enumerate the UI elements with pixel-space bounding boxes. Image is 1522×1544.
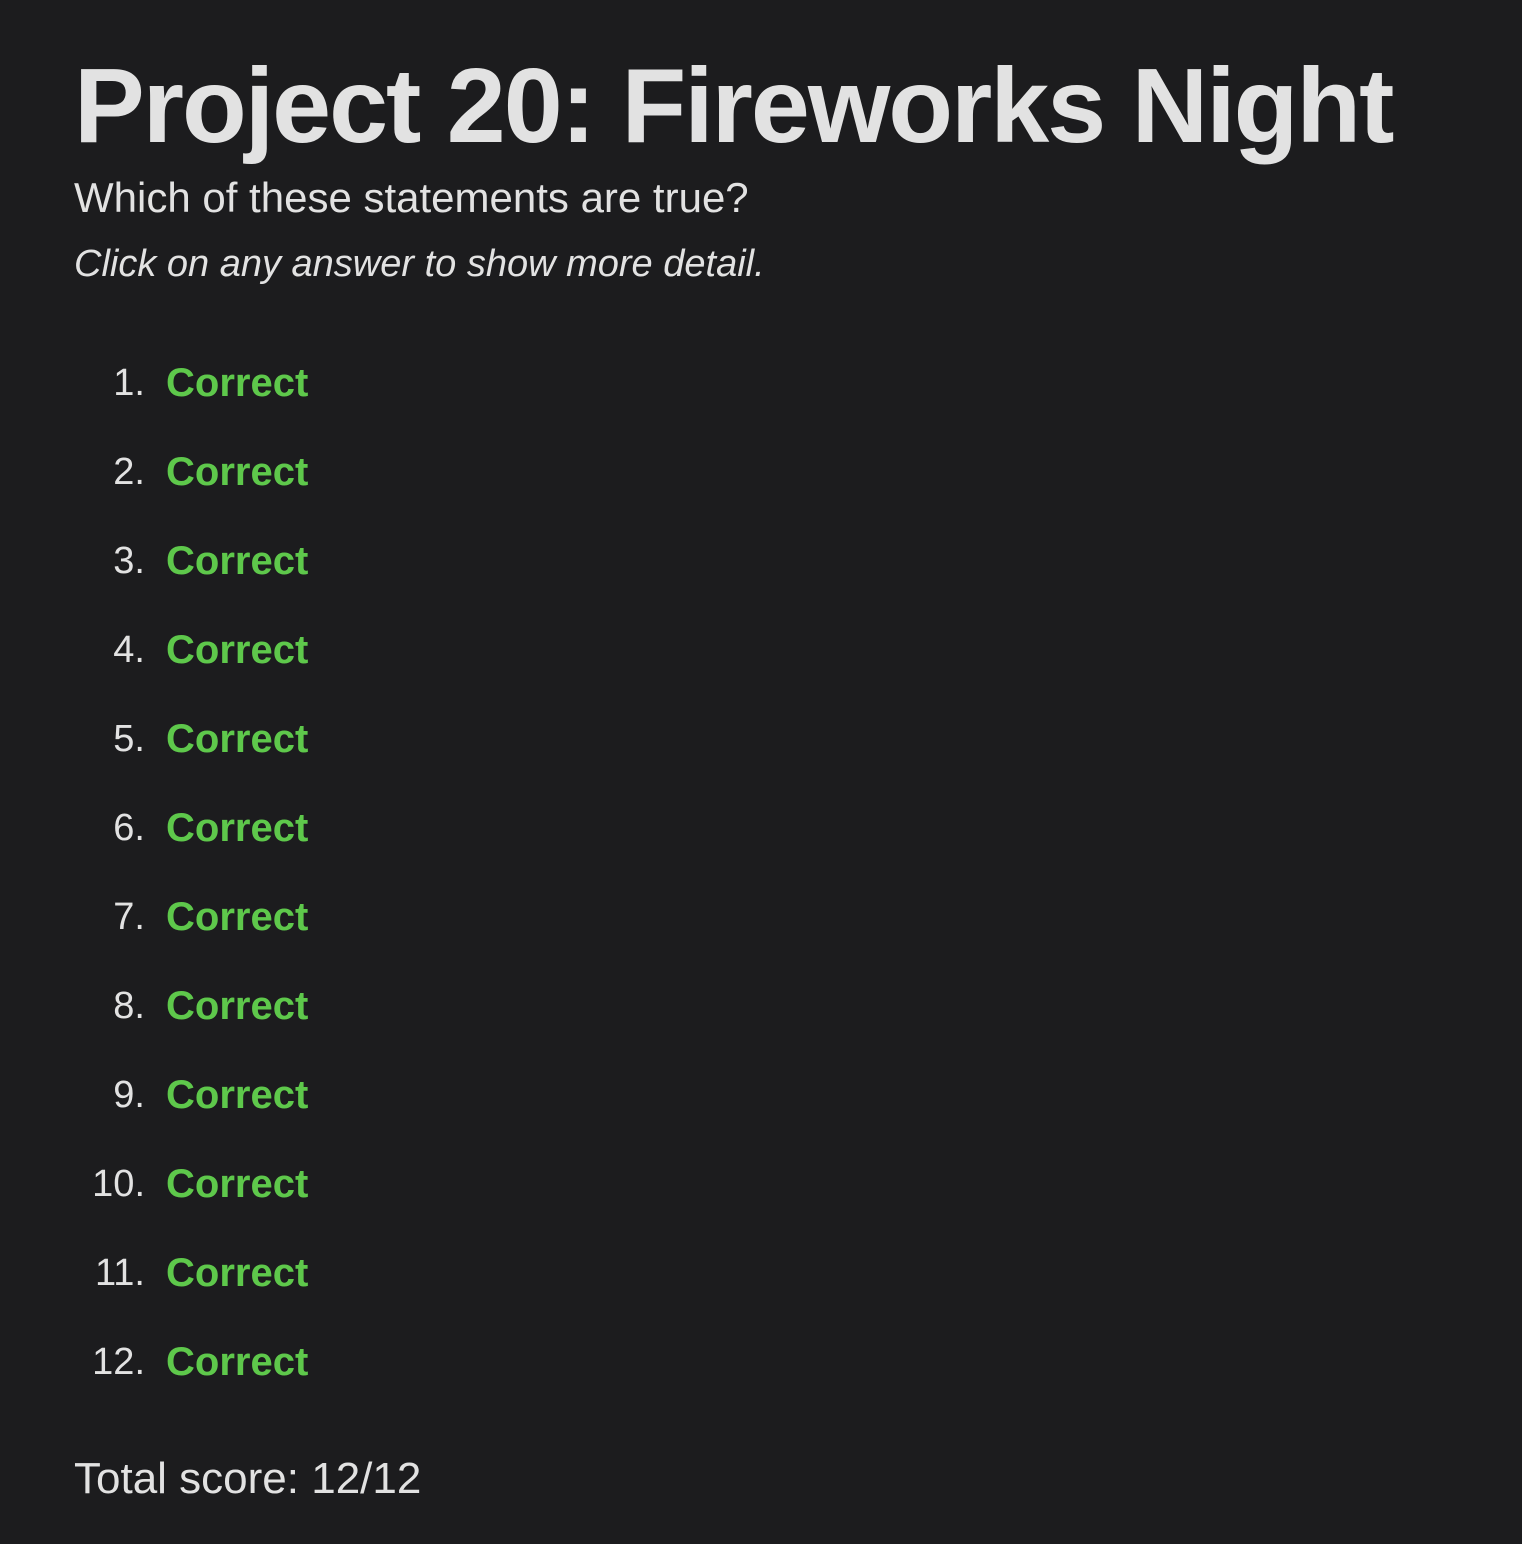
answer-result[interactable]: Correct xyxy=(166,711,308,767)
answer-number: 8. xyxy=(113,984,145,1027)
answer-result[interactable]: Correct xyxy=(166,800,308,856)
answer-result[interactable]: Correct xyxy=(166,622,308,678)
answer-result[interactable]: Correct xyxy=(166,533,308,589)
total-score-label: Total score: xyxy=(74,1454,299,1503)
answer-number: 7. xyxy=(113,895,145,938)
answer-item[interactable]: 5. Correct xyxy=(0,694,308,783)
answer-result[interactable]: Correct xyxy=(166,1245,308,1301)
question-text: Which of these statements are true? xyxy=(74,174,749,221)
answer-number: 3. xyxy=(113,539,145,582)
answer-item[interactable]: 4. Correct xyxy=(0,605,308,694)
answer-result[interactable]: Correct xyxy=(166,889,308,945)
total-score: Total score: 12/12 xyxy=(74,1452,421,1506)
answer-item[interactable]: 7. Correct xyxy=(0,872,308,961)
answer-result[interactable]: Correct xyxy=(166,444,308,500)
answer-number: 9. xyxy=(113,1073,145,1116)
answer-number: 12. xyxy=(92,1340,145,1383)
answer-item[interactable]: 6. Correct xyxy=(0,783,308,872)
answer-number: 2. xyxy=(113,450,145,493)
page-title: Project 20: Fireworks Night xyxy=(74,47,1394,165)
answer-number: 5. xyxy=(113,717,145,760)
hint-text: Click on any answer to show more detail. xyxy=(74,243,765,285)
answer-number: 6. xyxy=(113,806,145,849)
answer-item[interactable]: 10. Correct xyxy=(0,1139,308,1228)
answer-item[interactable]: 2. Correct xyxy=(0,427,308,516)
answer-item[interactable]: 9. Correct xyxy=(0,1050,308,1139)
answer-result[interactable]: Correct xyxy=(166,978,308,1034)
answer-result[interactable]: Correct xyxy=(166,1156,308,1212)
answer-item[interactable]: 3. Correct xyxy=(0,516,308,605)
answer-item[interactable]: 8. Correct xyxy=(0,961,308,1050)
answer-result[interactable]: Correct xyxy=(166,1067,308,1123)
answer-number: 10. xyxy=(92,1162,145,1205)
answer-result[interactable]: Correct xyxy=(166,1334,308,1390)
answer-number: 4. xyxy=(113,628,145,671)
answer-result[interactable]: Correct xyxy=(166,355,308,411)
answer-number: 11. xyxy=(94,1251,145,1294)
answer-number: 1. xyxy=(113,361,145,404)
answer-item[interactable]: 11. Correct xyxy=(0,1228,308,1317)
answer-list: 1. Correct 2. Correct 3. Correct 4. Corr… xyxy=(0,338,308,1406)
total-score-value: 12/12 xyxy=(311,1454,422,1503)
answer-item[interactable]: 12. Correct xyxy=(0,1317,308,1406)
answer-item[interactable]: 1. Correct xyxy=(0,338,308,427)
